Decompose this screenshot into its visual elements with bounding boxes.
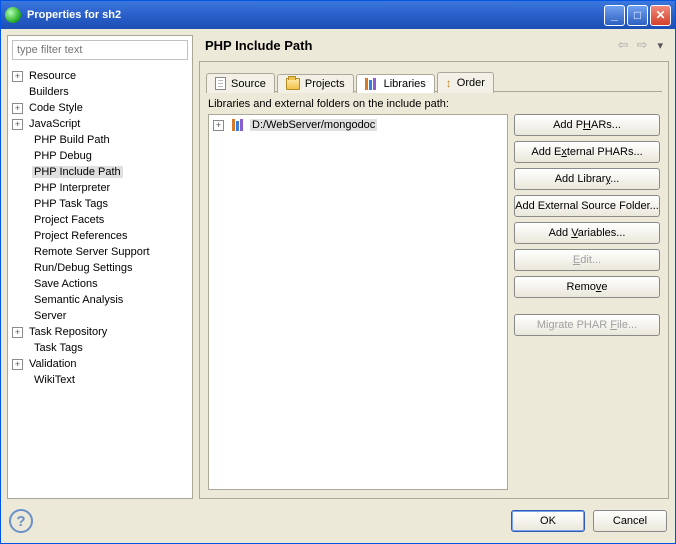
tree-item-php-interpreter[interactable]: PHP Interpreter (10, 180, 190, 196)
main-split: +Resource Builders +Code Style +JavaScri… (7, 35, 669, 499)
migrate-phar-button: Migrate PHAR File... (514, 314, 660, 336)
properties-tree[interactable]: +Resource Builders +Code Style +JavaScri… (8, 64, 192, 498)
tab-projects[interactable]: Projects (277, 74, 354, 93)
tree-item-semantic[interactable]: Semantic Analysis (10, 292, 190, 308)
titlebar[interactable]: Properties for sh2 _ □ ✕ (1, 1, 675, 29)
tree-item-resource[interactable]: +Resource (10, 68, 190, 84)
tree-item-javascript[interactable]: +JavaScript (10, 116, 190, 132)
page-header: PHP Include Path ⇦ ⇨ ▾ (199, 35, 669, 61)
tab-body: Libraries and external folders on the in… (206, 92, 662, 492)
edit-button: Edit... (514, 249, 660, 271)
tree-item-server[interactable]: Server (10, 308, 190, 324)
libraries-description: Libraries and external folders on the in… (208, 98, 660, 110)
ok-button[interactable]: OK (511, 510, 585, 532)
maximize-button[interactable]: □ (627, 5, 648, 26)
close-button[interactable]: ✕ (650, 5, 671, 26)
help-icon[interactable]: ? (9, 509, 33, 533)
minimize-button[interactable]: _ (604, 5, 625, 26)
button-column: Add PHARs... Add External PHARs... Add L… (514, 114, 660, 490)
tree-item-task-repo[interactable]: +Task Repository (10, 324, 190, 340)
page-title: PHP Include Path (205, 38, 614, 53)
app-icon (5, 7, 21, 23)
left-panel: +Resource Builders +Code Style +JavaScri… (7, 35, 193, 499)
add-phars-button[interactable]: Add PHARs... (514, 114, 660, 136)
tree-item-php-debug[interactable]: PHP Debug (10, 148, 190, 164)
add-variables-button[interactable]: Add Variables... (514, 222, 660, 244)
tab-bar: Source Projects Libraries ↕ Order (206, 68, 662, 92)
cancel-button[interactable]: Cancel (593, 510, 667, 532)
view-menu-icon[interactable]: ▾ (657, 39, 663, 52)
right-panel: PHP Include Path ⇦ ⇨ ▾ Source Projects (199, 35, 669, 499)
back-icon[interactable]: ⇦ (618, 37, 629, 53)
expand-icon[interactable]: + (12, 71, 23, 82)
expand-icon[interactable]: + (12, 359, 23, 370)
add-external-phars-button[interactable]: Add External PHARs... (514, 141, 660, 163)
expand-icon[interactable]: + (213, 120, 224, 131)
tab-libraries[interactable]: Libraries (356, 74, 435, 93)
tree-item-save-actions[interactable]: Save Actions (10, 276, 190, 292)
library-icon (232, 119, 246, 131)
tree-item-builders[interactable]: Builders (10, 84, 190, 100)
library-item[interactable]: + D:/WebServer/mongodoc (213, 119, 503, 131)
expand-icon[interactable]: + (12, 327, 23, 338)
expand-icon[interactable]: + (12, 119, 23, 130)
window-title: Properties for sh2 (27, 9, 602, 21)
filter-input[interactable] (12, 40, 188, 60)
include-path-panel: Source Projects Libraries ↕ Order (199, 61, 669, 499)
tab-source[interactable]: Source (206, 73, 275, 93)
tree-item-project-references[interactable]: Project References (10, 228, 190, 244)
libraries-list[interactable]: + D:/WebServer/mongodoc (208, 114, 508, 490)
dialog-footer: ? OK Cancel (7, 505, 669, 537)
remove-button[interactable]: Remove (514, 276, 660, 298)
folder-icon (286, 78, 300, 90)
order-icon: ↕ (446, 76, 452, 90)
tab-order[interactable]: ↕ Order (437, 72, 494, 93)
tree-item-remote-server[interactable]: Remote Server Support (10, 244, 190, 260)
expand-icon[interactable]: + (12, 103, 23, 114)
content-area: +Resource Builders +Code Style +JavaScri… (1, 29, 675, 543)
library-path: D:/WebServer/mongodoc (250, 119, 377, 131)
source-icon (215, 77, 226, 90)
tree-item-wikitext[interactable]: WikiText (10, 372, 190, 388)
tree-item-codestyle[interactable]: +Code Style (10, 100, 190, 116)
add-external-source-button[interactable]: Add External Source Folder... (514, 195, 660, 217)
tree-item-project-facets[interactable]: Project Facets (10, 212, 190, 228)
properties-dialog: Properties for sh2 _ □ ✕ +Resource Build… (0, 0, 676, 544)
tree-item-task-tags[interactable]: Task Tags (10, 340, 190, 356)
tree-item-validation[interactable]: +Validation (10, 356, 190, 372)
tree-item-run-debug[interactable]: Run/Debug Settings (10, 260, 190, 276)
tree-item-php-task-tags[interactable]: PHP Task Tags (10, 196, 190, 212)
forward-icon[interactable]: ⇨ (637, 37, 648, 53)
add-library-button[interactable]: Add Library... (514, 168, 660, 190)
library-icon (365, 78, 379, 90)
tree-item-php-include-path[interactable]: PHP Include Path (10, 164, 190, 180)
tree-item-php-build-path[interactable]: PHP Build Path (10, 132, 190, 148)
